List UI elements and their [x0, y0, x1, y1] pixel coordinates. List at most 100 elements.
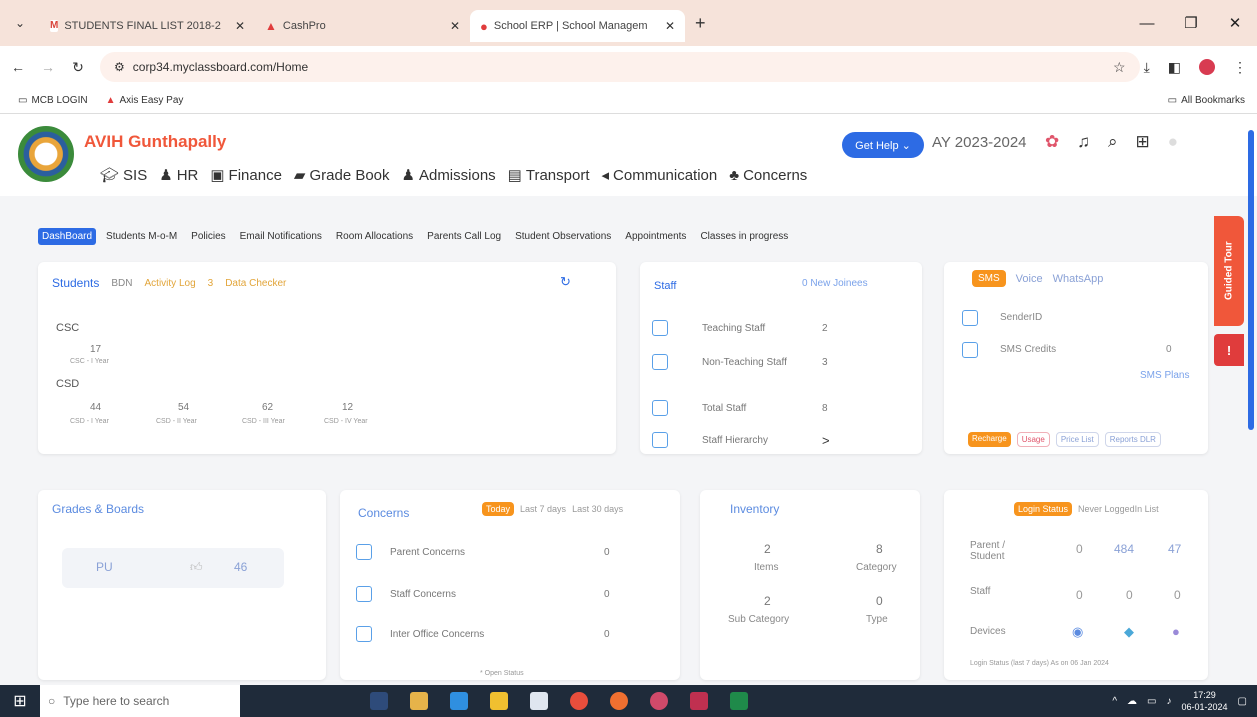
refresh-icon[interactable]: ↻: [560, 274, 571, 290]
login-parent-val-3[interactable]: 47: [1168, 542, 1181, 556]
notifications-icon[interactable]: ▢: [1238, 696, 1247, 707]
tray-chevron-icon[interactable]: ^: [1112, 696, 1117, 707]
tab-parents-call-log[interactable]: Parents Call Log: [423, 228, 505, 245]
module-admissions[interactable]: ♟ Admissions: [402, 166, 496, 185]
apps-grid-icon[interactable]: ⊞: [1136, 132, 1150, 152]
csd-year3-count[interactable]: 62: [262, 402, 273, 413]
module-concerns[interactable]: ♣ Concerns: [729, 166, 807, 184]
minimize-icon[interactable]: —: [1125, 15, 1169, 32]
mail-icon[interactable]: [530, 692, 548, 710]
items-count[interactable]: 2: [764, 542, 771, 556]
bdn-link[interactable]: BDN: [111, 278, 132, 289]
concern-row-parent[interactable]: Parent Concerns 0: [356, 544, 656, 560]
login-staff-val-1[interactable]: 0: [1076, 588, 1083, 602]
alert-count[interactable]: 3: [208, 278, 214, 289]
cloud-icon[interactable]: ☁: [1127, 696, 1137, 707]
concern-row-inter-office[interactable]: Inter Office Concerns 0: [356, 626, 656, 642]
filter-last-30-days[interactable]: Last 30 days: [572, 504, 623, 514]
bell-icon[interactable]: ♫: [1077, 132, 1090, 152]
tab-students-mom[interactable]: Students M-o-M: [102, 228, 181, 245]
csc-year1-count[interactable]: 17: [90, 344, 101, 355]
recharge-button[interactable]: Recharge: [968, 432, 1011, 447]
tab-classes-in-progress[interactable]: Classes in progress: [696, 228, 792, 245]
back-icon[interactable]: ←: [6, 59, 30, 75]
csd-year2-count[interactable]: 54: [178, 402, 189, 413]
tab-room-allocations[interactable]: Room Allocations: [332, 228, 417, 245]
browser-tab-students[interactable]: M STUDENTS FINAL LIST 2018-2 ✕: [40, 10, 255, 42]
tab-policies[interactable]: Policies: [187, 228, 229, 245]
usage-button[interactable]: Usage: [1016, 432, 1050, 447]
search-icon[interactable]: ⌕: [1108, 132, 1118, 152]
csd-year4-count[interactable]: 12: [342, 402, 353, 413]
module-hr[interactable]: ♟ HR: [159, 166, 198, 185]
tab-whatsapp[interactable]: WhatsApp: [1053, 273, 1104, 285]
login-parent-val-1[interactable]: 0: [1076, 542, 1083, 556]
sms-plans-link[interactable]: SMS Plans: [1140, 370, 1189, 381]
tab-voice[interactable]: Voice: [1016, 273, 1043, 285]
close-icon[interactable]: ✕: [665, 19, 675, 33]
staff-row-hierarchy[interactable]: Staff Hierarchy >: [652, 432, 912, 448]
acrobat-icon[interactable]: [690, 692, 708, 710]
edge-icon[interactable]: [450, 692, 468, 710]
activity-log-link[interactable]: Activity Log: [145, 278, 196, 289]
side-panel-icon[interactable]: ◧: [1168, 59, 1181, 76]
chrome-profile-icon[interactable]: [650, 692, 668, 710]
concern-row-staff[interactable]: Staff Concerns 0: [356, 586, 656, 602]
price-list-button[interactable]: Price List: [1055, 432, 1099, 447]
module-transport[interactable]: ▤ Transport: [508, 166, 590, 185]
module-finance[interactable]: ▣ Finance: [210, 166, 282, 185]
category-count[interactable]: 8: [876, 542, 883, 556]
web-icon[interactable]: ◉: [1072, 624, 1083, 640]
tab-student-observations[interactable]: Student Observations: [511, 228, 615, 245]
board-tile[interactable]: PU 👍︎ 46: [62, 548, 284, 588]
bookmark-star-icon[interactable]: ☆: [1113, 59, 1126, 76]
android-icon[interactable]: ◆: [1124, 624, 1134, 640]
all-bookmarks[interactable]: ▭ All Bookmarks: [1168, 95, 1245, 106]
chat-icon[interactable]: !: [1214, 334, 1244, 366]
close-window-icon[interactable]: ✕: [1213, 14, 1257, 32]
academic-year-selector[interactable]: AY 2023-2024: [932, 134, 1027, 151]
restore-icon[interactable]: ❐: [1169, 14, 1213, 32]
bookmark-mcb-login[interactable]: ▭ MCB LOGIN: [18, 95, 88, 106]
tab-sms[interactable]: SMS: [972, 270, 1006, 287]
site-info-icon[interactable]: ⚙: [114, 60, 125, 74]
filter-last-7-days[interactable]: Last 7 days: [520, 504, 566, 514]
reports-dlr-button[interactable]: Reports DLR: [1104, 432, 1161, 447]
tab-email-notifications[interactable]: Email Notifications: [236, 228, 326, 245]
taskbar-clock[interactable]: 17:29 06-01-2024: [1182, 689, 1228, 713]
tab-never-logged-in[interactable]: Never LoggedIn List: [1078, 504, 1159, 514]
get-help-button[interactable]: Get Help ⌄: [842, 132, 924, 158]
new-tab-icon[interactable]: +: [695, 13, 706, 34]
profile-avatar[interactable]: [1199, 59, 1215, 75]
staff-row-non-teaching[interactable]: Non-Teaching Staff 3: [652, 354, 912, 370]
login-staff-val-2[interactable]: 0: [1126, 588, 1133, 602]
login-staff-val-3[interactable]: 0: [1174, 588, 1181, 602]
browser-tab-school-erp[interactable]: ● School ERP | School Managem ✕: [470, 10, 685, 42]
staff-row-total[interactable]: Total Staff 8: [652, 400, 912, 416]
close-icon[interactable]: ✕: [235, 19, 245, 33]
close-icon[interactable]: ✕: [450, 19, 460, 33]
module-communication[interactable]: ◂ Communication: [602, 166, 718, 185]
firefox-icon[interactable]: [610, 692, 628, 710]
apple-icon[interactable]: ●: [1172, 624, 1180, 639]
login-parent-val-2[interactable]: 484: [1114, 542, 1134, 556]
tab-dashboard[interactable]: DashBoard: [38, 228, 97, 245]
module-grade-book[interactable]: ▰ Grade Book: [294, 166, 390, 185]
url-field[interactable]: ⚙ corp34.myclassboard.com/Home: [100, 52, 1140, 82]
chrome-icon[interactable]: [570, 692, 588, 710]
filter-today[interactable]: Today: [482, 502, 515, 516]
forward-icon[interactable]: →: [36, 59, 60, 75]
data-checker-link[interactable]: Data Checker: [225, 278, 286, 289]
bookmark-axis-easy-pay[interactable]: ▲ Axis Easy Pay: [106, 95, 184, 106]
file-explorer-icon[interactable]: [410, 692, 428, 710]
birthday-icon[interactable]: ✿: [1045, 132, 1059, 152]
network-icon[interactable]: ▭: [1147, 696, 1156, 707]
browser-tab-cashpro[interactable]: ▲ CashPro ✕: [255, 10, 470, 42]
reload-icon[interactable]: ↻: [66, 59, 90, 76]
page-scrollbar[interactable]: [1248, 130, 1254, 430]
tab-appointments[interactable]: Appointments: [621, 228, 690, 245]
new-joinees-link[interactable]: 0 New Joinees: [802, 278, 868, 289]
staff-row-teaching[interactable]: Teaching Staff 2: [652, 320, 912, 336]
download-icon[interactable]: ⤓: [1144, 59, 1150, 76]
volume-icon[interactable]: ♪: [1167, 696, 1172, 707]
